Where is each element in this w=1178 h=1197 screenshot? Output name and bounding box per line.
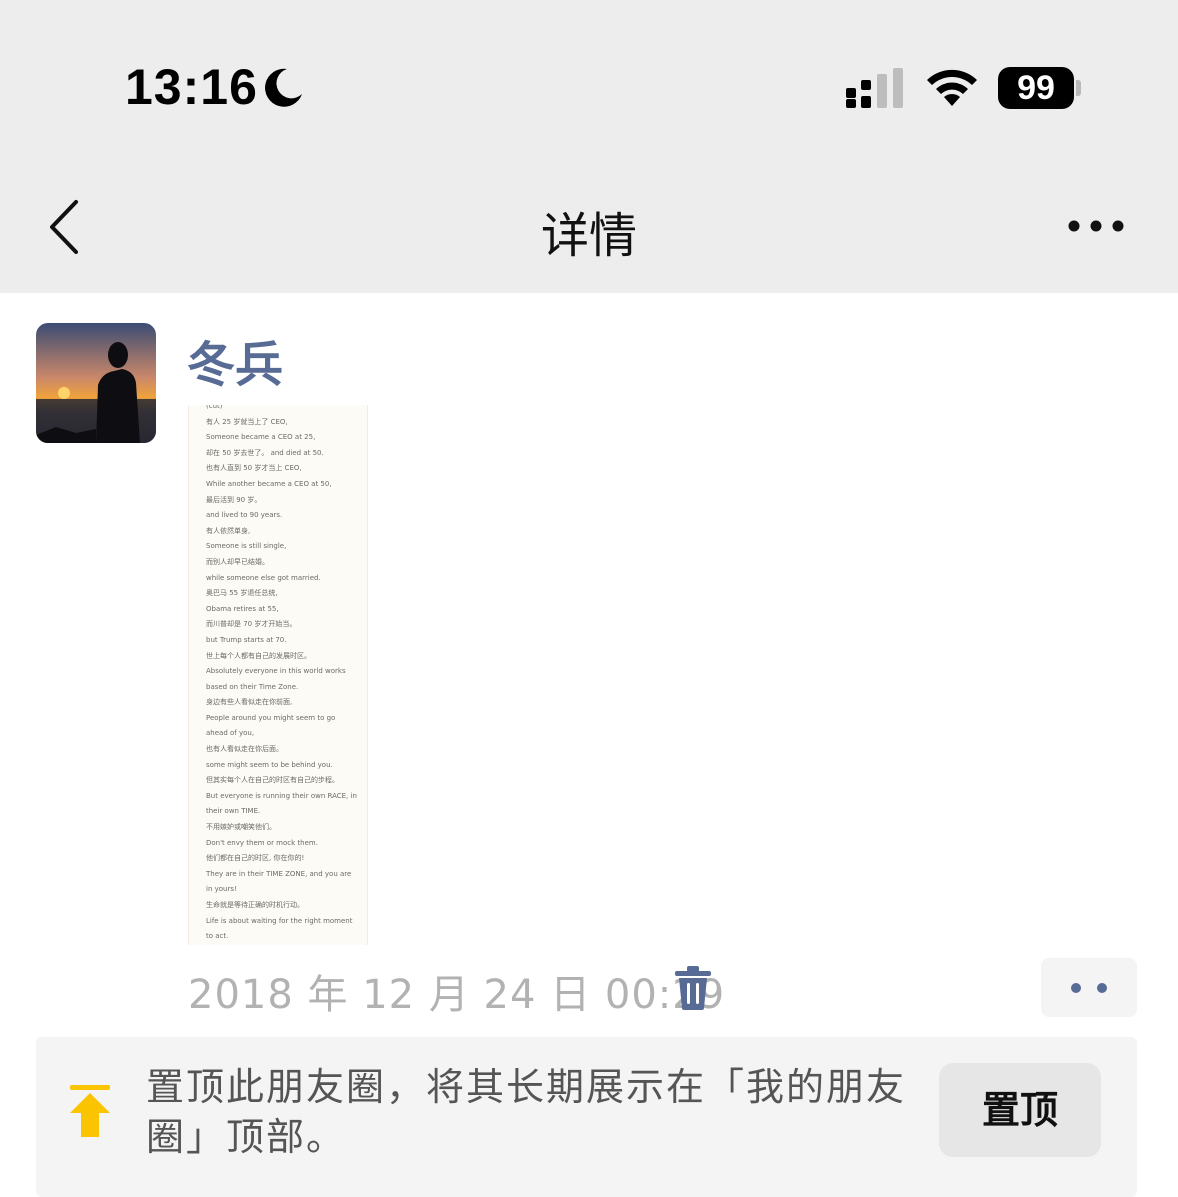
- post-image-line: Life is about waiting for the right mome…: [206, 914, 367, 930]
- silhouette-sunset-avatar: [36, 323, 156, 443]
- post-image-line: Absolutely everyone in this world works: [206, 664, 367, 680]
- post-image-line: 而别人却早已结婚。: [206, 555, 367, 571]
- post-image-line: Someone is still single,: [206, 539, 367, 555]
- post-image-line: some might seem to be behind you.: [206, 758, 367, 774]
- post-image-line: 他们都在自己的时区, 你在你的!: [206, 851, 367, 867]
- post-image-line: 但其实每个人在自己的时区有自己的步程。: [206, 773, 367, 789]
- post-image-line: 奥巴马 55 岁退任总统,: [206, 586, 367, 602]
- battery-indicator: 99: [998, 67, 1082, 109]
- post-image-line: (cut): [206, 405, 367, 415]
- post-datetime: 2018 年 12 月 24 日 00:29: [188, 962, 725, 1020]
- post-image-line: but Trump starts at 70.: [206, 633, 367, 649]
- post-image-line: Don't envy them or mock them.: [206, 836, 367, 852]
- post-image-line: 不用嫉妒或嘲笑他们。: [206, 820, 367, 836]
- post-image-text: (cut)有人 25 岁就当上了 CEO,Someone became a CE…: [189, 405, 367, 945]
- avatar[interactable]: [36, 323, 156, 443]
- cellular-signal-icon: [846, 68, 906, 108]
- post-image-line: 生命就是等待正确的时机行动。: [206, 898, 367, 914]
- post-image-line: 也有人看似走在你后面。: [206, 742, 367, 758]
- pin-to-top-icon: [68, 1085, 112, 1137]
- post-image-line: They are in their TIME ZONE, and you are: [206, 867, 367, 883]
- post-image-line: 却在 50 岁去世了。 and died at 50.: [206, 446, 367, 462]
- post-image-line: 也有人直到 50 岁才当上 CEO,: [206, 461, 367, 477]
- author-name[interactable]: 冬兵: [187, 325, 283, 395]
- status-time: 13:16: [125, 58, 258, 116]
- post-image-line: based on their Time Zone.: [206, 680, 367, 696]
- post-image-line: 有人依然单身,: [206, 524, 367, 540]
- post-image-line: Someone became a CEO at 25,: [206, 430, 367, 446]
- pin-to-top-button[interactable]: 置顶: [939, 1063, 1101, 1157]
- post-image-line: ahead of you,: [206, 726, 367, 742]
- dot: [1071, 983, 1081, 993]
- post-image-line: But everyone is running their own RACE, …: [206, 789, 367, 805]
- page-title: 详情: [0, 196, 1178, 266]
- post-image-line: their own TIME.: [206, 804, 367, 820]
- comment-dots-icon[interactable]: [1041, 958, 1137, 1017]
- post-image-line: to act.: [206, 929, 367, 945]
- post-image-line: 身边有些人看似走在你前面,: [206, 695, 367, 711]
- post-image-line: 最后活到 90 岁。: [206, 493, 367, 509]
- post-image-line: People around you might seem to go: [206, 711, 367, 727]
- post-image-line: 而川普却是 70 岁才开始当。: [206, 617, 367, 633]
- post-image-line: while someone else got married.: [206, 571, 367, 587]
- battery-tip: [1076, 80, 1081, 96]
- moon-icon: [262, 66, 304, 108]
- post-image-line: Obama retires at 55,: [206, 602, 367, 618]
- post-image-line: While another became a CEO at 50,: [206, 477, 367, 493]
- post-image-line: and lived to 90 years.: [206, 508, 367, 524]
- pin-description: 置顶此朋友圈，将其长期展示在「我的朋友圈」顶部。: [146, 1062, 906, 1162]
- pin-banner: 置顶此朋友圈，将其长期展示在「我的朋友圈」顶部。 置顶: [36, 1037, 1137, 1197]
- post-image-line: 世上每个人都有自己的发展时区。: [206, 649, 367, 665]
- dot: [1097, 983, 1107, 993]
- wifi-icon: [924, 66, 980, 108]
- trash-icon[interactable]: [674, 966, 712, 1010]
- more-dots-icon[interactable]: [1064, 210, 1128, 242]
- post-image-line: 有人 25 岁就当上了 CEO,: [206, 415, 367, 431]
- battery-level: 99: [998, 67, 1074, 109]
- post-image[interactable]: (cut)有人 25 岁就当上了 CEO,Someone became a CE…: [188, 405, 368, 945]
- post-image-line: in yours!: [206, 882, 367, 898]
- top-bar: 13:16 99 详情: [0, 0, 1178, 293]
